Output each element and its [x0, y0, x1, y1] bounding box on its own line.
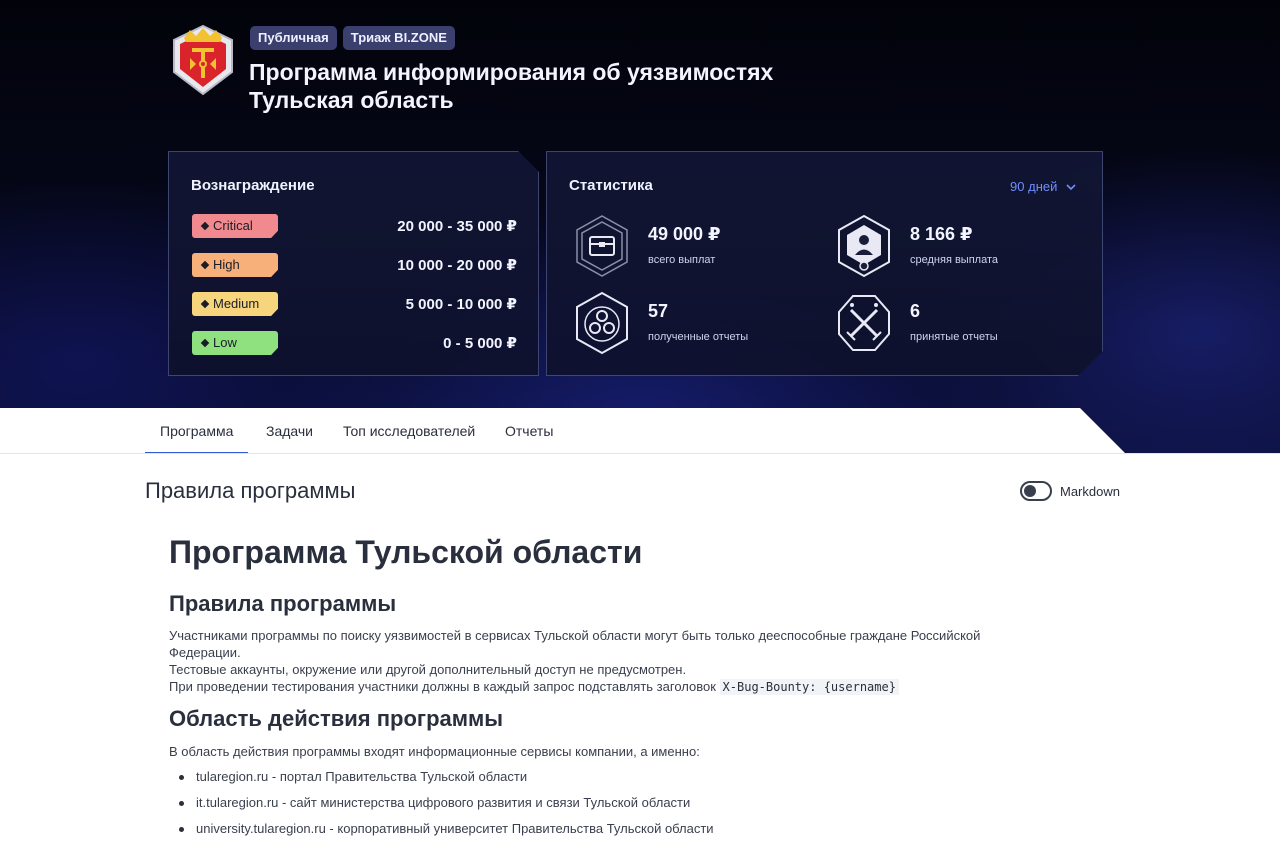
statistics-title: Статистика	[569, 177, 653, 194]
program-title: Программа информирования об уязвимостях …	[249, 59, 774, 113]
program-hero: Публичная Триаж BI.ZONE Программа информ…	[0, 0, 1280, 454]
reward-range: 10 000 - 20 000 ₽	[397, 257, 517, 274]
stat-average-payout: 8 166 ₽ средняя выплата	[835, 213, 1075, 279]
researcher-badge-icon	[838, 214, 890, 278]
list-item: it.tularegion.ru - сайт министерства циф…	[178, 795, 690, 810]
payout-chest-icon	[576, 215, 628, 277]
page-title: Правила программы	[145, 478, 356, 503]
tabs-divider	[0, 453, 1280, 454]
tab-reports[interactable]: Отчеты	[490, 408, 568, 454]
reward-row-medium: Medium 5 000 - 10 000 ₽	[192, 292, 517, 316]
severity-low-badge: Low	[192, 331, 278, 355]
statistics-card: Статистика 90 дней 49 000 ₽ всего выплат	[546, 151, 1103, 376]
markdown-toggle[interactable]	[1020, 481, 1052, 501]
header-code: X-Bug-Bounty: {username}	[719, 679, 899, 695]
rewards-card: Вознаграждение Critical 20 000 - 35 000 …	[168, 151, 539, 376]
reward-range: 0 - 5 000 ₽	[443, 335, 517, 352]
list-item: university.tularegion.ru - корпоративный…	[179, 821, 714, 836]
markdown-toggle-label: Markdown	[1060, 484, 1120, 499]
stat-received-reports: 57 полученные отчеты	[573, 290, 813, 356]
crossed-swords-icon	[838, 295, 890, 351]
rules-document-title: Программа Тульской области	[169, 534, 643, 570]
reward-row-high: High 10 000 - 20 000 ₽	[192, 253, 517, 277]
reports-received-icon	[576, 291, 628, 355]
scope-intro: В область действия программы входят инфо…	[169, 744, 700, 759]
stat-accepted-reports: 6 принятые отчеты	[835, 290, 1075, 356]
rewards-title: Вознаграждение	[191, 177, 315, 194]
period-dropdown[interactable]: 90 дней	[1010, 179, 1076, 194]
rules-heading: Правила программы	[169, 591, 397, 616]
reward-row-critical: Critical 20 000 - 35 000 ₽	[192, 214, 517, 238]
toggle-knob	[1024, 485, 1036, 497]
severity-high-badge: High	[192, 253, 278, 277]
reward-range: 5 000 - 10 000 ₽	[405, 296, 517, 313]
severity-critical-badge: Critical	[192, 214, 278, 238]
scope-heading: Область действия программы	[169, 706, 504, 731]
chevron-down-icon	[1066, 184, 1076, 191]
tab-top-researchers[interactable]: Топ исследователей	[328, 408, 490, 454]
tula-coat-of-arms-icon	[173, 24, 233, 96]
severity-medium-badge: Medium	[192, 292, 278, 316]
tab-program[interactable]: Программа	[145, 408, 249, 454]
public-badge: Публичная	[250, 26, 337, 50]
triage-badge: Триаж BI.ZONE	[342, 26, 455, 50]
reward-row-low: Low 0 - 5 000 ₽	[192, 331, 517, 355]
reward-range: 20 000 - 35 000 ₽	[397, 218, 517, 235]
tab-tasks[interactable]: Задачи	[251, 408, 328, 454]
program-badges: Публичная Триаж BI.ZONE	[250, 26, 455, 50]
rules-paragraph: Участниками программы по поиску уязвимос…	[169, 628, 981, 695]
stat-total-payouts: 49 000 ₽ всего выплат	[573, 213, 813, 279]
list-item: tularegion.ru - портал Правительства Тул…	[178, 769, 527, 784]
